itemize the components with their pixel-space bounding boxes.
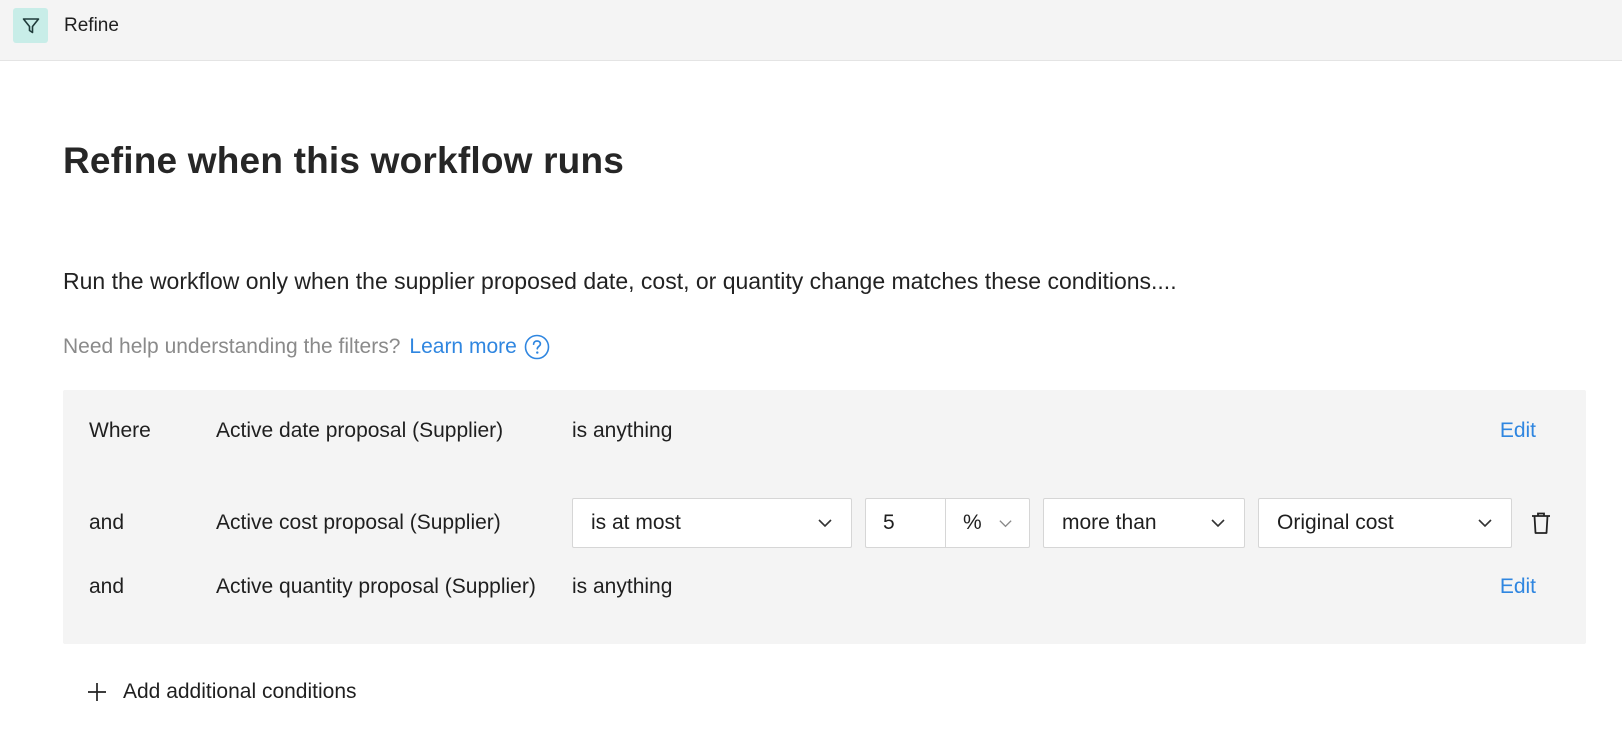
condition-field: Active quantity proposal (Supplier) bbox=[216, 575, 536, 598]
edit-date-condition-link[interactable]: Edit bbox=[1500, 406, 1536, 456]
operator-select-value: is at most bbox=[591, 511, 681, 534]
conditions-panel: Where Active date proposal (Supplier) is… bbox=[63, 390, 1586, 644]
condition-conjunction: and bbox=[89, 511, 125, 534]
top-bar: Refine bbox=[0, 0, 1622, 61]
operator-select[interactable]: is at most bbox=[572, 498, 852, 548]
condition-conjunction: and bbox=[89, 575, 125, 598]
plus-icon bbox=[86, 681, 108, 703]
question-circle-icon[interactable] bbox=[524, 334, 550, 360]
reference-select-value: Original cost bbox=[1277, 511, 1394, 534]
help-text: Need help understanding the filters? bbox=[63, 335, 401, 358]
comparison-select[interactable]: more than bbox=[1043, 498, 1245, 548]
chevron-down-icon bbox=[1210, 515, 1226, 531]
unit-select[interactable]: % bbox=[945, 498, 1030, 548]
learn-more-link[interactable]: Learn more bbox=[409, 335, 516, 359]
chevron-down-icon bbox=[1477, 515, 1493, 531]
edit-quantity-condition-link[interactable]: Edit bbox=[1500, 562, 1536, 612]
chevron-down-icon bbox=[998, 516, 1013, 531]
reference-select[interactable]: Original cost bbox=[1258, 498, 1512, 548]
condition-conjunction: Where bbox=[89, 419, 151, 442]
amount-input[interactable]: 5 bbox=[865, 498, 945, 548]
condition-operator: is anything bbox=[572, 419, 673, 442]
filter-icon bbox=[13, 8, 48, 43]
add-conditions-button[interactable]: Add additional conditions bbox=[86, 677, 357, 707]
trash-icon[interactable] bbox=[1528, 510, 1554, 536]
condition-field: Active date proposal (Supplier) bbox=[216, 419, 504, 442]
help-row: Need help understanding the filters? Lea… bbox=[63, 333, 550, 361]
condition-operator: is anything bbox=[572, 575, 673, 598]
page-description: Run the workflow only when the supplier … bbox=[63, 268, 1177, 294]
top-bar-title: Refine bbox=[64, 15, 119, 36]
unit-select-value: % bbox=[963, 511, 982, 534]
chevron-down-icon bbox=[817, 515, 833, 531]
condition-row-date: Where Active date proposal (Supplier) is… bbox=[63, 406, 1586, 456]
condition-row-cost: and Active cost proposal (Supplier) is a… bbox=[63, 498, 1586, 548]
condition-row-quantity: and Active quantity proposal (Supplier) … bbox=[63, 562, 1586, 612]
condition-field: Active cost proposal (Supplier) bbox=[216, 511, 501, 534]
comparison-select-value: more than bbox=[1062, 511, 1157, 534]
add-conditions-label: Add additional conditions bbox=[123, 680, 357, 703]
page-title: Refine when this workflow runs bbox=[63, 140, 625, 181]
